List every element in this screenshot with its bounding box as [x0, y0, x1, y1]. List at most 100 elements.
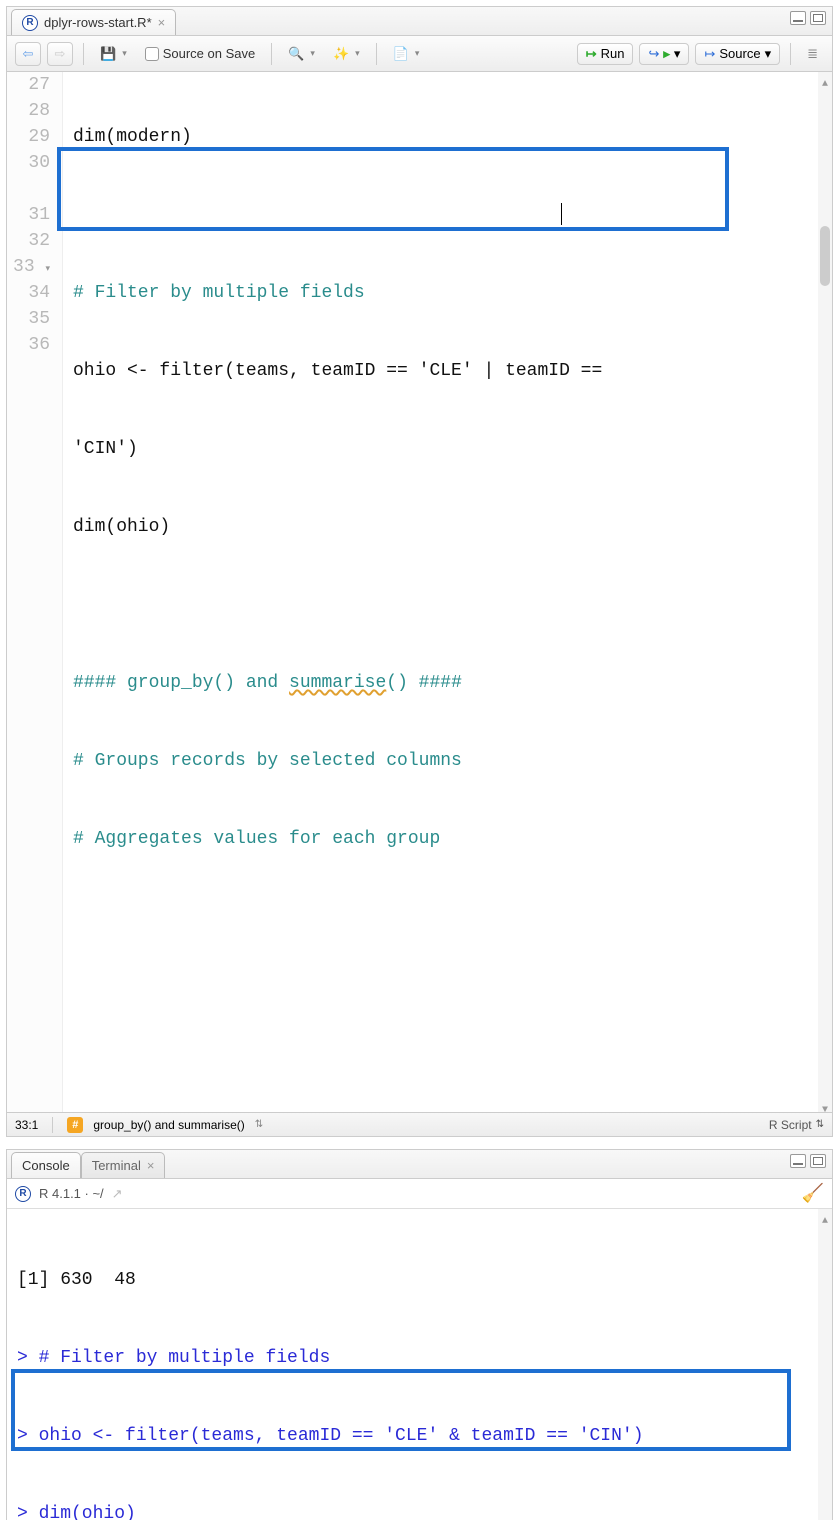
cursor-position: 33:1 [15, 1118, 38, 1132]
wand-icon: ✨ [333, 46, 349, 62]
section-pre: #### group_by() and [73, 673, 289, 693]
play-icon: ▸ [663, 46, 670, 62]
chevron-updown-icon[interactable]: ⇅ [816, 1119, 824, 1130]
minimize-pane-icon[interactable] [790, 1154, 806, 1168]
editor-pane: R dplyr-rows-start.R* × ⇦ ⇨ 💾▾ Source on… [6, 6, 833, 1137]
notebook-button[interactable]: 📄▾ [387, 44, 426, 64]
scroll-thumb[interactable] [820, 226, 830, 286]
console-pane: Console Terminal × R R 4.1.1 · ~/ ↗ 🧹 [1… [6, 1149, 833, 1520]
pane-window-buttons [790, 1154, 826, 1168]
console-header: R R 4.1.1 · ~/ ↗ 🧹 [7, 1179, 832, 1209]
tab-terminal[interactable]: Terminal × [81, 1152, 166, 1178]
checkbox-icon[interactable] [145, 47, 159, 61]
minimize-pane-icon[interactable] [790, 11, 806, 25]
code-editor[interactable]: 27 28 29 30 31 32 33 ▾ 34 35 36 dim(mode… [7, 72, 832, 1112]
line-number: 27 [7, 72, 50, 98]
code-text: ohio <- filter(teams, teamID == 'CLE' | … [73, 361, 613, 381]
chevron-down-icon[interactable]: ▾ [355, 48, 360, 59]
back-button[interactable]: ⇦ [15, 42, 41, 66]
r-logo-icon: R [15, 1186, 31, 1202]
pane-window-buttons [790, 11, 826, 25]
source-on-save-label: Source on Save [163, 46, 256, 61]
magic-wand-button[interactable]: ✨▾ [327, 44, 366, 64]
section-name[interactable]: group_by() and summarise() [93, 1118, 244, 1132]
chevron-down-icon[interactable]: ▾ [415, 48, 420, 59]
notebook-icon: 📄 [393, 46, 409, 62]
section-updown-icon[interactable]: ⇅ [255, 1119, 263, 1130]
chevron-down-icon[interactable]: ▾ [765, 46, 772, 62]
console-header-text: R 4.1.1 · ~/ [39, 1186, 104, 1201]
share-icon[interactable]: ↗ [112, 1186, 123, 1202]
editor-tab-title: dplyr-rows-start.R* [44, 15, 152, 30]
magnifier-icon: 🔍 [288, 46, 304, 62]
code-text: dim(ohio) [73, 517, 170, 537]
maximize-pane-icon[interactable] [810, 11, 826, 25]
code-body[interactable]: dim(modern) # Filter by multiple fields … [63, 72, 832, 1112]
section-post: () #### [386, 673, 462, 693]
line-number: 30 [7, 150, 50, 176]
fold-arrow-icon[interactable]: ▾ [45, 264, 50, 274]
toolbar-separator [376, 43, 377, 65]
line-number: 29 [7, 124, 50, 150]
source-label: Source [719, 46, 760, 61]
code-comment: # Aggregates values for each group [73, 829, 440, 849]
close-icon[interactable]: × [158, 15, 166, 30]
tab-console-label: Console [22, 1158, 70, 1173]
maximize-pane-icon[interactable] [810, 1154, 826, 1168]
scroll-down-icon[interactable]: ▼ [822, 1098, 828, 1112]
console-body[interactable]: [1] 630 48 > # Filter by multiple fields… [7, 1209, 832, 1520]
toolbar-separator [271, 43, 272, 65]
toolbar-separator [83, 43, 84, 65]
arrow-right-icon: ⇨ [55, 46, 66, 62]
section-squiggle: summarise [289, 673, 386, 693]
editor-statusbar: 33:1 # group_by() and summarise() ⇅ R Sc… [7, 1112, 832, 1136]
save-dropdown-icon[interactable]: ▾ [122, 48, 127, 59]
language-label[interactable]: R Script [769, 1118, 812, 1132]
console-line: [1] 630 48 [17, 1267, 822, 1293]
floppy-icon: 💾 [100, 46, 116, 62]
source-arrow-icon: ↦ [704, 46, 715, 62]
console-scrollbar[interactable]: ▲ ▼ [818, 1209, 832, 1520]
editor-scrollbar[interactable]: ▲ ▼ [818, 72, 832, 1112]
scroll-up-icon[interactable]: ▲ [822, 1209, 828, 1223]
editor-tab-active[interactable]: R dplyr-rows-start.R* × [11, 9, 176, 35]
forward-button[interactable]: ⇨ [47, 42, 73, 66]
code-text: dim(modern) [73, 127, 192, 147]
section-hash-icon: # [67, 1117, 83, 1133]
console-tabbar: Console Terminal × [7, 1150, 832, 1179]
outline-icon: ≣ [807, 46, 818, 62]
line-number: 35 [7, 306, 50, 332]
code-comment: # Groups records by selected columns [73, 751, 462, 771]
source-on-save-toggle[interactable]: Source on Save [139, 44, 262, 63]
r-file-icon: R [22, 15, 38, 31]
tab-console[interactable]: Console [11, 1152, 81, 1178]
find-button[interactable]: 🔍▾ [282, 44, 321, 64]
chevron-down-icon[interactable]: ▾ [674, 46, 681, 62]
outline-button[interactable]: ≣ [801, 44, 824, 64]
line-number: 34 [7, 280, 50, 306]
run-arrow-icon: ↦ [586, 46, 597, 62]
clear-console-icon[interactable]: 🧹 [802, 1183, 824, 1204]
line-number: 36 [7, 332, 50, 358]
statusbar-right: R Script ⇅ [769, 1118, 824, 1132]
text-cursor [561, 203, 562, 225]
line-number: 28 [7, 98, 50, 124]
rerun-button[interactable]: ↪▸▾ [639, 43, 689, 65]
close-icon[interactable]: × [147, 1158, 155, 1173]
editor-toolbar: ⇦ ⇨ 💾▾ Source on Save 🔍▾ ✨▾ 📄▾ ↦Run ↪▸▾ … [7, 36, 832, 72]
run-button[interactable]: ↦Run [577, 43, 634, 65]
console-line: > ohio <- filter(teams, teamID == 'CLE' … [17, 1423, 822, 1449]
editor-tabbar: R dplyr-rows-start.R* × [7, 7, 832, 36]
toolbar-separator [790, 43, 791, 65]
source-button[interactable]: ↦ Source ▾ [695, 43, 780, 65]
code-comment: # Filter by multiple fields [73, 283, 365, 303]
rerun-icon: ↪ [648, 46, 659, 62]
console-line: > dim(ohio) [17, 1501, 822, 1520]
tab-terminal-label: Terminal [92, 1158, 141, 1173]
chevron-down-icon[interactable]: ▾ [310, 48, 315, 59]
scroll-up-icon[interactable]: ▲ [822, 72, 828, 86]
line-num: 33 [13, 257, 35, 277]
line-number: 33 ▾ [7, 254, 50, 280]
line-gutter: 27 28 29 30 31 32 33 ▾ 34 35 36 [7, 72, 63, 1112]
save-button[interactable]: 💾▾ [94, 44, 133, 64]
